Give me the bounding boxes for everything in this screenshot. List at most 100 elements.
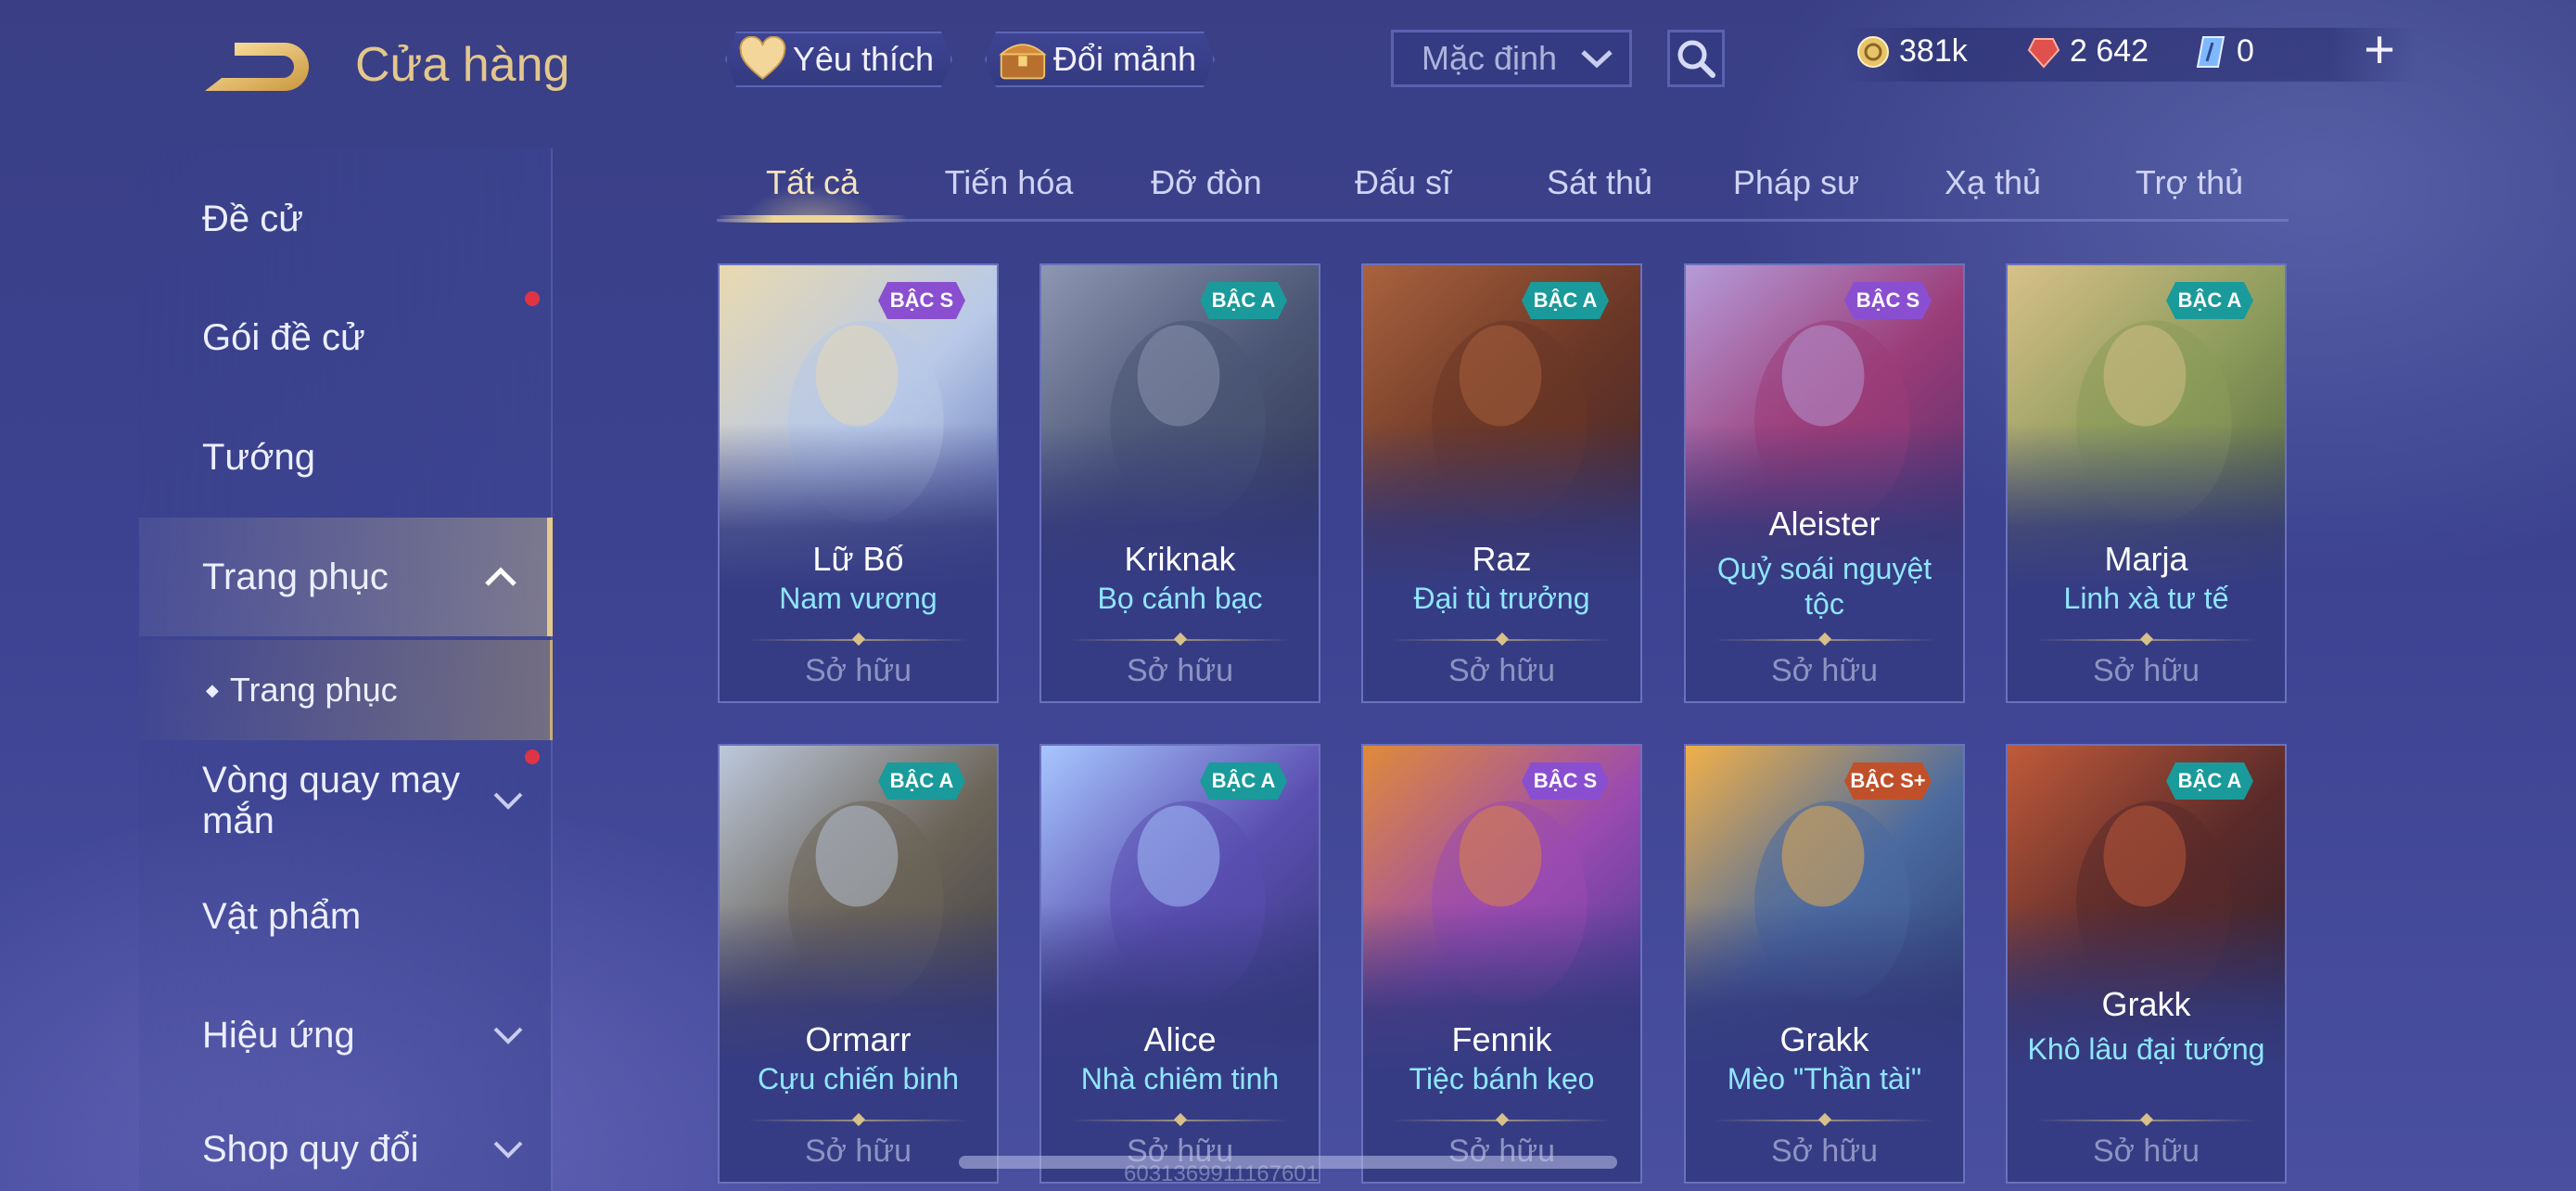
skin-card[interactable]: BẬC A Kriknak Bọ cánh bạc Sở hữu bbox=[1039, 263, 1320, 703]
blue-ticket-icon bbox=[2196, 35, 2225, 68]
tier-badge: BẬC A bbox=[1200, 762, 1287, 800]
skin-name: Khô lâu đại tướng bbox=[2027, 1032, 2265, 1066]
skin-card[interactable]: BẬC S+ Grakk Mèo "Thần tài" Sở hữu bbox=[1684, 744, 1965, 1184]
skin-name: Bọ cánh bạc bbox=[1097, 582, 1263, 615]
sort-dropdown[interactable]: Mặc định bbox=[1391, 30, 1632, 87]
skin-name: Tiệc bánh kẹo bbox=[1409, 1062, 1595, 1095]
skin-name: Mèo "Thần tài" bbox=[1727, 1062, 1922, 1095]
sidebar-item-heroes[interactable]: Tướng bbox=[139, 411, 553, 504]
skin-card[interactable]: BẬC S Fennik Tiệc bánh kẹo Sở hữu bbox=[1361, 744, 1642, 1184]
skin-name: Linh xà tư tế bbox=[2063, 582, 2229, 615]
treasure-chest-icon bbox=[998, 35, 1048, 83]
tier-badge: BẬC S bbox=[1522, 762, 1609, 800]
bullet-diamond-icon: ◆ bbox=[206, 680, 219, 699]
sidebar-item-label: Hiệu ứng bbox=[202, 1014, 355, 1056]
skin-card[interactable]: BẬC A Grakk Khô lâu đại tướng Sở hữu bbox=[2006, 744, 2287, 1184]
tier-badge: BẬC S bbox=[878, 282, 965, 319]
chevron-down-icon bbox=[493, 1027, 523, 1044]
skin-card[interactable]: BẬC A Marja Linh xà tư tế Sở hữu bbox=[2006, 263, 2287, 703]
tier-badge: BẬC A bbox=[1522, 282, 1609, 319]
sidebar-item-label: Gói đề cử bbox=[202, 316, 365, 358]
skin-card[interactable]: BẬC A Alice Nhà chiêm tinh Sở hữu bbox=[1039, 744, 1320, 1184]
gold-currency: 381k bbox=[1856, 33, 1968, 70]
tier-badge: BẬC A bbox=[878, 762, 965, 800]
tier-badge: BẬC S bbox=[1844, 282, 1932, 319]
sidebar-item-label: Trang phục bbox=[229, 671, 398, 709]
sidebar-item-lucky-spin[interactable]: Vòng quay may mắn bbox=[139, 749, 553, 852]
ownership-status: Sở hữu bbox=[805, 653, 912, 688]
hero-name: Fennik bbox=[1451, 1020, 1552, 1058]
add-currency-button[interactable]: + bbox=[2352, 23, 2407, 80]
tier-badge: BẬC A bbox=[1200, 282, 1287, 319]
favorite-label: Yêu thích bbox=[792, 40, 934, 78]
ownership-status: Sở hữu bbox=[1127, 653, 1233, 688]
tab-assassin[interactable]: Sát thủ bbox=[1507, 163, 1692, 219]
hero-name: Kriknak bbox=[1124, 540, 1236, 578]
search-button[interactable] bbox=[1667, 30, 1725, 87]
shard-exchange-button[interactable]: Đổi mảnh bbox=[985, 32, 1215, 87]
notification-dot bbox=[525, 749, 540, 764]
watermark: 6031369911167601 bbox=[1124, 1161, 1319, 1186]
ownership-status: Sở hữu bbox=[1771, 1133, 1878, 1169]
skin-name: Cựu chiến binh bbox=[757, 1062, 960, 1095]
ticket-currency: 0 bbox=[2194, 33, 2254, 70]
chevron-down-icon bbox=[1581, 50, 1613, 69]
sidebar-item-recommended[interactable]: Đề cử bbox=[139, 173, 553, 265]
sort-value: Mặc định bbox=[1422, 39, 1558, 77]
skin-card[interactable]: BẬC A Raz Đại tù trưởng Sở hữu bbox=[1361, 263, 1642, 703]
page-title: Cửa hàng bbox=[355, 38, 570, 92]
tab-fighter[interactable]: Đấu sĩ bbox=[1310, 163, 1496, 219]
skin-name: Nhà chiêm tinh bbox=[1080, 1062, 1280, 1095]
sidebar-item-recommended-bundles[interactable]: Gói đề cử bbox=[139, 291, 553, 384]
gem-amount: 2 642 bbox=[2070, 33, 2149, 69]
red-gem-icon bbox=[2027, 37, 2060, 69]
favorite-button[interactable]: Yêu thích bbox=[725, 32, 952, 87]
tier-badge: BẬC A bbox=[2166, 762, 2253, 800]
hero-name: Lữ Bố bbox=[812, 540, 904, 578]
hero-name: Raz bbox=[1472, 540, 1532, 578]
skin-name: Nam vương bbox=[779, 582, 937, 615]
sidebar-item-label: Vật phẩm bbox=[202, 895, 362, 937]
skin-name: Quỷ soái nguyệt tộc bbox=[1716, 552, 1932, 621]
tab-all[interactable]: Tất cả bbox=[720, 163, 905, 219]
tab-marksman[interactable]: Xạ thủ bbox=[1900, 163, 2085, 219]
tier-badge: BẬC A bbox=[2166, 282, 2253, 319]
ownership-status: Sở hữu bbox=[1771, 653, 1878, 688]
sidebar-item-effects[interactable]: Hiệu ứng bbox=[139, 989, 553, 1082]
tier-badge: BẬC S+ bbox=[1844, 762, 1932, 800]
chevron-down-icon bbox=[493, 1141, 523, 1159]
ownership-status: Sở hữu bbox=[2093, 653, 2200, 688]
back-arrow-icon bbox=[205, 43, 309, 91]
skin-card[interactable]: BẬC S Lữ Bố Nam vương Sở hữu bbox=[718, 263, 999, 703]
gem-currency: 2 642 bbox=[2027, 33, 2149, 70]
hero-name: Alice bbox=[1143, 1020, 1217, 1058]
ownership-status: Sở hữu bbox=[805, 1133, 912, 1169]
notification-dot bbox=[525, 291, 540, 306]
ownership-status: Sở hữu bbox=[1448, 653, 1555, 688]
heart-icon bbox=[738, 36, 787, 83]
sidebar-item-label: Tướng bbox=[202, 436, 315, 478]
back-button[interactable] bbox=[199, 37, 311, 96]
sidebar-item-label: Đề cử bbox=[202, 198, 304, 239]
sidebar-item-items[interactable]: Vật phẩm bbox=[139, 870, 553, 963]
tab-tank[interactable]: Đỡ đòn bbox=[1114, 163, 1299, 219]
tab-support[interactable]: Trợ thủ bbox=[2097, 163, 2282, 219]
gold-amount: 381k bbox=[1899, 33, 1968, 69]
shard-exchange-label: Đổi mảnh bbox=[1052, 40, 1196, 78]
ticket-amount: 0 bbox=[2237, 33, 2254, 69]
sidebar-subitem-skins[interactable]: ◆ Trang phục bbox=[139, 640, 553, 740]
hero-name: Marja bbox=[2104, 540, 2188, 578]
skin-card[interactable]: BẬC A Ormarr Cựu chiến binh Sở hữu bbox=[718, 744, 999, 1184]
hero-name: Aleister bbox=[1768, 505, 1881, 543]
tab-mage[interactable]: Pháp sư bbox=[1703, 163, 1889, 219]
tabs-divider bbox=[717, 219, 2289, 222]
skin-card[interactable]: BẬC S Aleister Quỷ soái nguyệt tộc Sở hữu bbox=[1684, 263, 1965, 703]
tab-evolution[interactable]: Tiến hóa bbox=[916, 163, 1102, 219]
hero-name: Grakk bbox=[2101, 985, 2191, 1023]
sidebar-item-label: Vòng quay may mắn bbox=[202, 760, 460, 841]
search-icon bbox=[1677, 40, 1715, 78]
hero-name: Grakk bbox=[1779, 1020, 1869, 1058]
sidebar-item-exchange-shop[interactable]: Shop quy đổi bbox=[139, 1108, 553, 1191]
ownership-status: Sở hữu bbox=[2093, 1133, 2200, 1169]
sidebar-item-skins[interactable]: Trang phục bbox=[139, 518, 553, 636]
